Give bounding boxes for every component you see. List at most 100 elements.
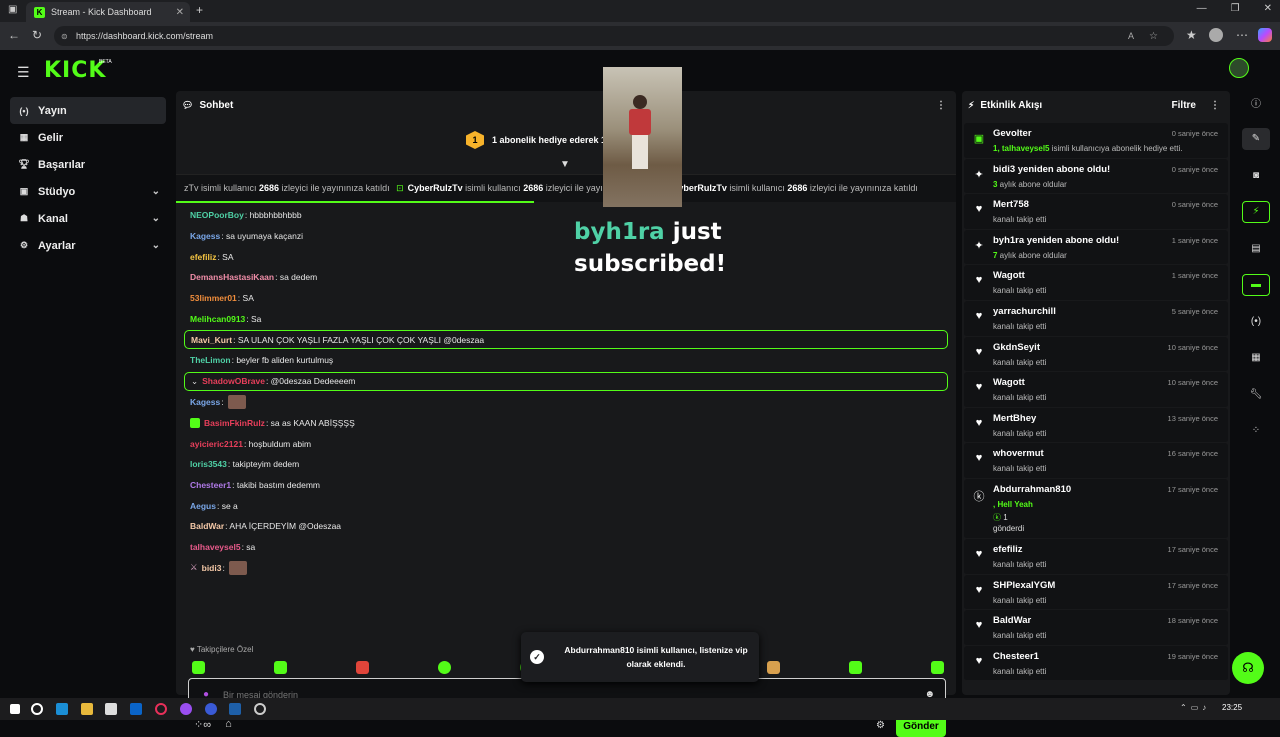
chat-message[interactable]: ⌄ ShadowOBrave: @0deszaa Dedeeeem: [184, 371, 948, 391]
chat-message[interactable]: ⚔ bidi3:: [184, 557, 948, 578]
chat-username[interactable]: Chesteer1: [190, 480, 231, 490]
emote-icon[interactable]: [848, 661, 862, 674]
emote-icon[interactable]: [930, 661, 944, 674]
info-icon[interactable]: ⓘ: [1242, 91, 1270, 113]
activity-item[interactable]: ♥ GkdnSeyit kanalı takip etti 10 saniye önc…: [964, 336, 1228, 373]
gift-banner[interactable]: 1 1 abonelik hediye ederek 1.: [466, 131, 609, 149]
notes-icon[interactable]: ▤: [1242, 237, 1270, 259]
chevron-down-icon[interactable]: ⌄: [152, 213, 160, 224]
chevron-down-icon[interactable]: ⌄: [152, 240, 160, 251]
read-aloud-icon[interactable]: A: [1128, 31, 1134, 41]
activity-toggle-icon[interactable]: ⚡︎: [1242, 200, 1270, 223]
vip-toast[interactable]: ✓ Abdurrahman810 isimli kullanıcı, liste…: [521, 632, 759, 682]
chat-message[interactable]: Mavi_Kurt: SA ULAN ÇOK YAŞLI FAZLA YAŞLI…: [184, 330, 948, 350]
edge-icon[interactable]: [56, 703, 68, 715]
chat-more-icon[interactable]: ⋮: [936, 100, 946, 111]
chat-toggle-icon[interactable]: ▬: [1242, 273, 1270, 296]
emote-icon[interactable]: [438, 661, 452, 674]
tab-actions-icon[interactable]: ▣: [8, 4, 17, 15]
filter-icon[interactable]: ▼: [560, 159, 570, 170]
store-icon[interactable]: [105, 703, 117, 715]
activity-item[interactable]: ⓚ Abdurrahman810 , Hell Yeah ⓚ 1 gönderdi 17 …: [964, 478, 1228, 539]
chat-message[interactable]: loris3543: takipteyim dedem: [184, 454, 948, 475]
chat-username[interactable]: bidi3: [202, 563, 222, 573]
new-tab-icon[interactable]: +: [196, 3, 203, 17]
emote-icon[interactable]: [766, 661, 780, 674]
chat-username[interactable]: Aegus: [190, 501, 216, 511]
activity-item[interactable]: ♥ SHPlexalYGM kanalı takip etti 17 saniye ö…: [964, 574, 1228, 611]
chat-username[interactable]: DemansHastasiKaan: [190, 272, 274, 282]
layout-icon[interactable]: ▦: [1242, 347, 1270, 369]
chat-username[interactable]: loris3543: [190, 459, 227, 469]
chevron-down-icon[interactable]: ⌄: [152, 186, 160, 197]
chat-message[interactable]: Kagess:: [184, 392, 948, 413]
chat-username[interactable]: 53limmer01: [190, 293, 237, 303]
filter-button[interactable]: Filtre: [1172, 100, 1196, 111]
url-field[interactable]: ⊜ https://dashboard.kick.com/stream A ☆: [54, 26, 1174, 46]
sidebar-item-settings[interactable]: ⚙ Ayarlar ⌄: [10, 232, 166, 259]
profile-avatar-icon[interactable]: [1209, 28, 1223, 42]
apps-icon[interactable]: ⁘: [1242, 420, 1270, 442]
chat-username[interactable]: efefiliz: [190, 252, 216, 262]
activity-item[interactable]: ✦ byh1ra yeniden abone oldu! 7 aylık abone…: [964, 229, 1228, 266]
user-avatar[interactable]: [1229, 58, 1249, 78]
activity-item[interactable]: ♥ yarrachurchill kanalı takip etti 5 saniye…: [964, 300, 1228, 337]
tools-icon[interactable]: 🔧︎: [1242, 383, 1270, 405]
favorites-icon[interactable]: ★: [1186, 28, 1197, 42]
chat-message[interactable]: BasimFkinRulz: sa as KAAN ABİŞŞŞŞ: [184, 413, 948, 434]
broadcast-icon[interactable]: (•): [1242, 310, 1270, 332]
chat-settings-icon[interactable]: ⚙: [876, 720, 885, 731]
more-options-icon[interactable]: ⋯: [1236, 28, 1248, 42]
maximize-icon[interactable]: ❐: [1231, 3, 1240, 14]
chat-username[interactable]: Mavi_Kurt: [191, 335, 232, 345]
edit-icon[interactable]: ✎: [1242, 127, 1270, 150]
steam-icon[interactable]: [229, 703, 241, 715]
emote-icon[interactable]: [274, 661, 288, 674]
chat-username[interactable]: Melihcan0913: [190, 314, 245, 324]
emote-icon[interactable]: [356, 661, 370, 674]
outlook-icon[interactable]: [130, 703, 142, 715]
opera-icon[interactable]: [155, 703, 167, 715]
chat-message[interactable]: Melihcan0913: Sa: [184, 308, 948, 329]
obs-icon[interactable]: [254, 703, 266, 715]
minimize-icon[interactable]: —: [1197, 3, 1207, 14]
chat-message[interactable]: BaldWar: AHA İÇERDEYİM @Odeszaa: [184, 516, 948, 537]
copilot-app-icon[interactable]: [180, 703, 192, 715]
chat-username[interactable]: BasimFkinRulz: [204, 418, 265, 428]
activity-more-icon[interactable]: ⋮: [1210, 100, 1220, 111]
close-window-icon[interactable]: ✕: [1264, 3, 1272, 14]
app-icon[interactable]: [205, 703, 217, 715]
activity-item[interactable]: ▣ Gevolter 1, talhaveysel5 isimli kullanıc…: [964, 123, 1228, 159]
start-icon[interactable]: [10, 704, 20, 714]
chat-username[interactable]: TheLimon: [190, 355, 231, 365]
menu-icon[interactable]: ☰: [17, 64, 30, 81]
sidebar-item-studio[interactable]: ▣ Stüdyo ⌄: [10, 178, 166, 205]
activity-item[interactable]: ♥ Mert758 kanalı takip etti 0 saniye önce: [964, 194, 1228, 230]
collapse-icon[interactable]: ⌄: [191, 376, 198, 387]
back-icon[interactable]: ←: [8, 28, 20, 42]
explorer-icon[interactable]: [81, 703, 93, 715]
chat-message[interactable]: talhaveysel5: sa: [184, 537, 948, 558]
site-info-icon[interactable]: ⊜: [61, 32, 68, 41]
activity-item[interactable]: ♥ MertBhey kanalı takip etti 13 saniye önce: [964, 407, 1228, 444]
chat-message[interactable]: efefiliz: SA: [184, 246, 948, 267]
chat-message[interactable]: TheLimon: beyler fb aliden kurtulmuş: [184, 350, 948, 371]
chat-username[interactable]: NEOPoorBoy: [190, 210, 244, 220]
chat-message[interactable]: 53limmer01: SA: [184, 288, 948, 309]
activity-item[interactable]: ♥ Chesteer1 kanalı takip etti 19 saniye önc…: [964, 645, 1228, 682]
sidebar-item-stream[interactable]: (•) Yayın: [10, 97, 166, 124]
activity-item[interactable]: ♥ efefiliz kanalı takip etti 17 saniye önce: [964, 538, 1228, 575]
chat-username[interactable]: Kagess: [190, 397, 220, 407]
emote-icon[interactable]: [192, 661, 205, 674]
refresh-icon[interactable]: ↻: [32, 28, 42, 42]
chat-username[interactable]: Kagess: [190, 231, 220, 241]
copilot-icon[interactable]: [1258, 28, 1272, 42]
chat-message[interactable]: Kagess: sa uyumaya kaçanzi: [184, 226, 948, 247]
chat-message[interactable]: ayicieric2121: hoşbuldum abim: [184, 433, 948, 454]
sidebar-item-achievements[interactable]: 🏆︎ Başarılar: [10, 151, 166, 178]
chat-message[interactable]: Chesteer1: takibi bastım dedemm: [184, 475, 948, 496]
sidebar-item-channel[interactable]: ☗ Kanal ⌄: [10, 205, 166, 232]
chat-username[interactable]: ShadowOBrave: [202, 376, 265, 386]
chat-username[interactable]: ayicieric2121: [190, 439, 243, 449]
activity-item[interactable]: ♥ whovermut kanalı takip etti 16 saniye önc…: [964, 443, 1228, 479]
